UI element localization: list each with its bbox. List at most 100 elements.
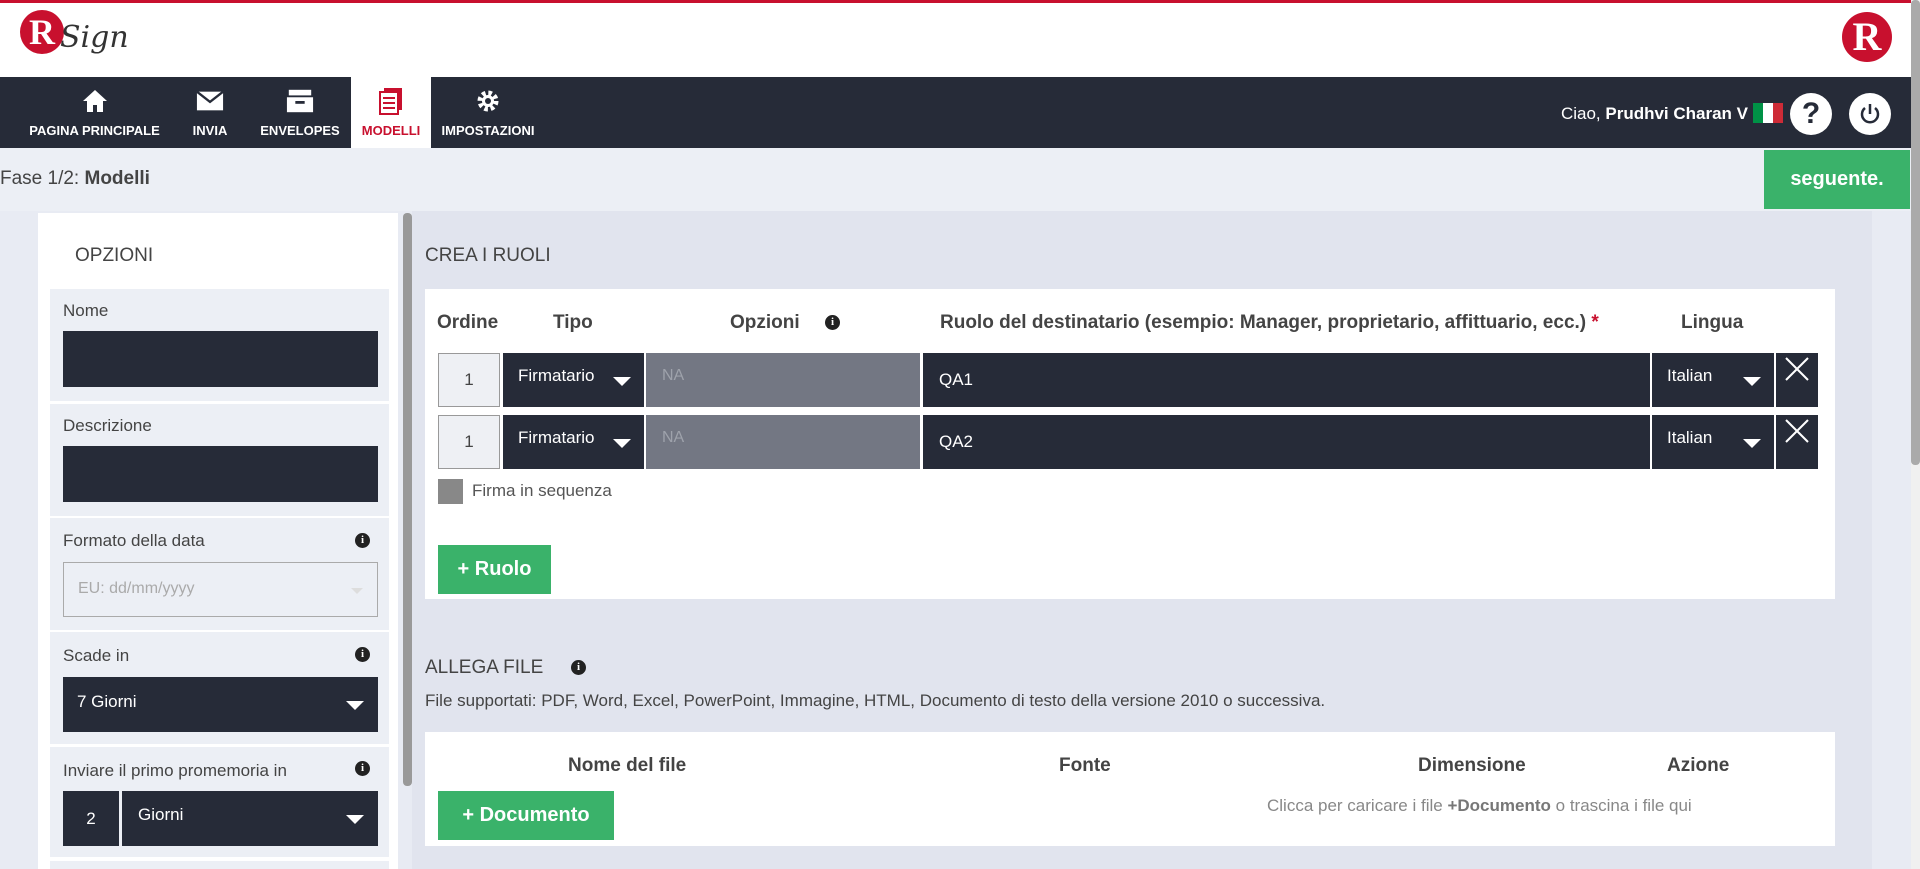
chevron-down-icon [1743,439,1761,448]
nav-label: ENVELOPES [260,123,340,138]
user-greeting: Ciao, Prudhvi Charan V [1561,104,1748,124]
role-input[interactable]: QA1 [923,353,1650,407]
logout-button[interactable] [1849,93,1891,135]
info-icon[interactable]: i [355,761,370,776]
col-role-text: Ruolo del destinatario (esempio: Manager… [940,312,1587,333]
reminder-count-input[interactable]: 2 [63,791,119,846]
user-name: Prudhvi Charan V [1605,104,1748,123]
italy-flag-icon[interactable] [1753,103,1783,123]
remove-role-button[interactable] [1776,415,1818,469]
info-icon[interactable]: i [355,533,370,548]
type-select[interactable]: Firmatario [503,415,644,469]
type-value: Firmatario [518,366,595,385]
add-document-button[interactable]: + Documento [438,791,614,840]
step-prefix: Fase 1/2: [0,168,80,189]
logo-word: Sign [60,20,129,55]
col-options: Opzioni [730,312,800,333]
power-icon [1860,104,1880,124]
options-cell: NA [646,353,920,407]
col-language: Lingua [1681,312,1744,333]
chevron-down-icon [351,588,363,594]
name-label: Nome [63,301,109,320]
nav-label: PAGINA PRINCIPALE [29,123,160,138]
col-order: Ordine [437,312,499,333]
language-value: Italian [1667,366,1713,385]
document-icon [377,87,405,115]
info-icon[interactable]: i [355,647,370,662]
options-scrollbar[interactable] [403,213,412,786]
date-format-select[interactable]: EU: dd/mm/yyyy [63,562,378,617]
page-scrollbar-thumb[interactable] [1911,0,1920,465]
attach-title: ALLEGA FILE [425,657,544,678]
role-input[interactable]: QA2 [923,415,1650,469]
r-logo-right: R [1842,12,1892,62]
greeting-text: Ciao, [1560,104,1601,123]
supported-files-text: File supportati: PDF, Word, Excel, Power… [425,691,1326,710]
info-icon[interactable]: i [571,660,586,675]
expires-select[interactable]: 7 Giorni [63,677,378,732]
chevron-down-icon [1743,377,1761,386]
drop-bold: +Documento [1447,796,1551,815]
col-type: Tipo [553,312,593,333]
step-bar: Fase 1/2: Modelli [0,148,1920,211]
add-role-button[interactable]: + Ruolo [438,545,551,594]
close-icon [1785,419,1809,443]
type-value: Firmatario [518,428,595,447]
reminder-unit-value: Giorni [138,805,184,824]
date-format-label: Formato della data [63,531,205,550]
chevron-down-icon [613,377,631,386]
drop-suffix: o trascina i file qui [1555,796,1692,815]
nav-item-home[interactable]: PAGINA PRINCIPALE [22,77,167,148]
nav-label: INVIA [192,123,228,138]
language-select[interactable]: Italian [1652,353,1774,407]
name-input[interactable] [63,331,378,387]
description-label: Descrizione [63,416,152,435]
required-mark: * [1591,312,1599,333]
col-file-name: Nome del file [568,755,687,776]
drop-prefix: Clicca per caricare i file [1267,796,1443,815]
archive-icon [286,87,314,115]
help-button[interactable]: ? [1790,93,1832,135]
step-indicator: Fase 1/2: Modelli [0,168,150,190]
logo-r-mark: R [20,9,64,54]
nav-item-envelopes[interactable]: ENVELOPES [255,77,345,148]
options-title: OPZIONI [75,245,154,266]
rsign-logo[interactable]: R Sign [20,8,129,55]
nav-label: MODELLI [361,123,421,138]
reminder-unit-select[interactable]: Giorni [122,791,378,846]
chevron-down-icon [613,439,631,448]
drop-zone-hint[interactable]: Clicca per caricare i file +Documento o … [1267,796,1692,816]
close-icon [1785,357,1809,381]
col-source: Fonte [1059,755,1111,776]
order-input[interactable]: 1 [438,415,500,469]
nav-item-settings[interactable]: IMPOSTAZIONI [440,77,536,148]
envelope-icon [196,87,224,115]
reminder-label: Inviare il primo promemoria in [63,761,287,780]
expires-label: Scade in [63,646,130,665]
type-select[interactable]: Firmatario [503,353,644,407]
date-format-placeholder: EU: dd/mm/yyyy [78,580,195,597]
role-value: QA1 [939,370,974,389]
top-header [0,0,1920,77]
description-input[interactable] [63,446,378,502]
sequence-label: Firma in sequenza [472,481,612,500]
nav-label: IMPOSTAZIONI [441,123,535,138]
nav-item-send[interactable]: INVIA [180,77,240,148]
page-scrollbar[interactable] [1911,0,1920,869]
next-button[interactable]: seguente. [1764,150,1910,209]
language-value: Italian [1667,428,1713,447]
expires-value: 7 Giorni [77,692,137,711]
order-input[interactable]: 1 [438,353,500,407]
home-icon [81,87,109,115]
remove-role-button[interactable] [1776,353,1818,407]
roles-title: CREA I RUOLI [425,245,551,266]
sequence-checkbox[interactable] [438,479,463,504]
step-name: Modelli [84,168,150,189]
files-card [425,732,1835,846]
language-select[interactable]: Italian [1652,415,1774,469]
info-icon[interactable]: i [825,315,840,330]
col-action: Azione [1667,755,1730,776]
nav-item-templates[interactable]: MODELLI [351,77,431,148]
chevron-down-icon [346,815,364,824]
role-value: QA2 [939,432,974,451]
